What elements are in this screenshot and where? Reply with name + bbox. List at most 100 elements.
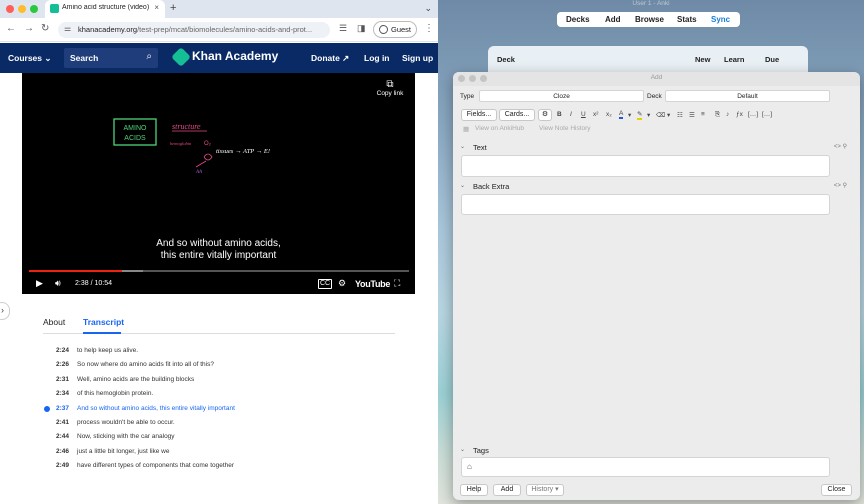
transcript-timestamp[interactable]: 2:24 — [56, 347, 69, 354]
transcript-row[interactable]: 2:44 Now, sticking with the car analogy — [43, 431, 403, 445]
help-button[interactable]: Help — [460, 484, 488, 496]
search-label: Search — [70, 53, 99, 63]
transcript-timestamp[interactable]: 2:34 — [56, 390, 69, 397]
transcript-timestamp[interactable]: 2:44 — [56, 433, 69, 440]
zoom-window-button[interactable] — [30, 5, 38, 13]
browser-tab[interactable]: Amino acid structure (video) | Khan Acad… — [45, 0, 165, 18]
history-button[interactable]: History ▾ — [526, 484, 564, 496]
back-extra-field-editor[interactable] — [461, 194, 830, 215]
transcript-row[interactable]: 2:24 to help keep us alive. — [43, 345, 403, 359]
transcript-timestamp[interactable]: 2:46 — [56, 448, 69, 455]
eraser-dropdown-icon[interactable]: ▾ — [667, 111, 670, 119]
play-icon[interactable]: ▶ — [36, 278, 43, 289]
transcript-text: of this hemoglobin protein. — [77, 390, 154, 398]
address-bar[interactable]: ⚌ khanacademy.org/test-prep/mcat/biomole… — [58, 22, 330, 38]
toolbar-add[interactable]: Add — [605, 15, 621, 24]
fullscreen-icon[interactable]: ⛶ — [394, 278, 400, 289]
donate-link[interactable]: Donate ↗ — [311, 53, 349, 64]
attach-icon[interactable]: ⎘ — [715, 111, 720, 119]
fields-button[interactable]: Fields... — [461, 109, 497, 121]
transcript-row[interactable]: 2:26 So now where do amino acids fit into… — [43, 359, 403, 373]
text-field-editor[interactable] — [461, 155, 830, 177]
field-text-options-icon[interactable]: <> ⚲ — [834, 143, 847, 150]
numbered-list-icon[interactable]: ☰ — [689, 111, 695, 119]
video-player[interactable]: ⧉ Copy link AMINO ACIDS structure hemogl… — [22, 73, 415, 294]
add-button[interactable]: Add — [493, 484, 521, 496]
italic-icon[interactable]: I — [570, 111, 572, 118]
transcript-row[interactable]: 2:41 process wouldn't be able to occur. — [43, 417, 403, 431]
microphone-icon[interactable]: ♪ — [726, 111, 729, 118]
collapse-chevron-icon[interactable]: ⌄ — [460, 446, 465, 453]
options-gear-icon[interactable]: ⚙ — [538, 109, 552, 121]
align-icon[interactable]: ≡ — [701, 111, 705, 118]
transcript-row[interactable]: 2:46 just a little bit longer, just like … — [43, 446, 403, 460]
cloze-icon[interactable]: […] — [748, 111, 758, 118]
close-window-button[interactable] — [6, 5, 14, 13]
highlight-icon[interactable]: ✎ — [637, 110, 643, 120]
toolbar-browse[interactable]: Browse — [635, 15, 664, 24]
transcript-list: 2:24 to help keep us alive. 2:26 So now whe… — [43, 345, 403, 475]
transcript-timestamp[interactable]: 2:26 — [56, 361, 69, 368]
tab-transcript[interactable]: Transcript — [83, 317, 124, 327]
transcript-timestamp[interactable]: 2:31 — [56, 376, 69, 383]
signup-link[interactable]: Sign up — [402, 53, 433, 63]
toolbar-decks[interactable]: Decks — [566, 15, 590, 24]
expand-sidebar-button[interactable]: › — [0, 302, 10, 320]
note-type-selector[interactable]: Cloze — [479, 90, 644, 102]
close-button[interactable]: Close — [821, 484, 852, 496]
underline-icon[interactable]: U — [581, 111, 586, 118]
menu-kebab-icon[interactable]: ⋮ — [424, 23, 434, 34]
active-tab-underline — [83, 332, 121, 334]
cards-button[interactable]: Cards... — [499, 109, 535, 121]
tags-input[interactable]: ⌂ — [461, 457, 830, 477]
toolbar-sync[interactable]: Sync — [711, 15, 730, 24]
site-info-icon[interactable]: ⚌ — [64, 24, 71, 33]
copy-link-button[interactable]: ⧉ Copy link — [372, 79, 408, 97]
cloze-same-icon[interactable]: […] — [762, 111, 772, 118]
settings-gear-icon[interactable]: ⚙ — [338, 278, 346, 289]
transcript-row[interactable]: 2:31 Well, amino acids are the building b… — [43, 374, 403, 388]
transcript-timestamp[interactable]: 2:41 — [56, 419, 69, 426]
minimize-window-button[interactable] — [18, 5, 26, 13]
text-color-icon[interactable]: A — [619, 110, 624, 119]
search-input[interactable]: Search ⌕ — [64, 48, 158, 68]
login-link[interactable]: Log in — [364, 53, 390, 63]
view-on-ankihub-button[interactable]: View on AnkiHub — [475, 125, 524, 132]
reload-icon[interactable]: ↻ — [41, 23, 49, 34]
bullet-list-icon[interactable]: ☷ — [677, 111, 683, 119]
view-note-history-button[interactable]: View Note History — [539, 125, 591, 132]
transcript-timestamp[interactable]: 2:49 — [56, 462, 69, 469]
eraser-icon[interactable]: ⌫ — [656, 111, 665, 119]
transcript-row[interactable]: 2:49 have different types of components t… — [43, 460, 403, 474]
new-tab-button[interactable]: + — [170, 2, 176, 14]
courses-menu[interactable]: Courses ⌄ — [8, 53, 52, 64]
tab-search-chevron-icon[interactable]: ⌄ — [424, 3, 432, 14]
transcript-timestamp[interactable]: 2:37 — [56, 405, 69, 412]
collapse-chevron-icon[interactable]: ⌄ — [460, 143, 465, 150]
transcript-row[interactable]: 2:34 of this hemoglobin protein. — [43, 388, 403, 402]
deck-selector[interactable]: Default — [665, 90, 830, 102]
field-back-extra-label: Back Extra — [473, 182, 510, 191]
volume-icon[interactable]: 🔊︎ — [55, 278, 61, 289]
profile-button[interactable]: Guest — [373, 21, 417, 38]
transcript-row[interactable]: 2:37 And so without amino acids, this ent… — [43, 403, 403, 417]
text-color-dropdown-icon[interactable]: ▾ — [628, 111, 631, 119]
field-back-options-icon[interactable]: <> ⚲ — [834, 182, 847, 189]
toolbar-stats[interactable]: Stats — [677, 15, 697, 24]
bold-icon[interactable]: B — [557, 111, 562, 118]
tab-close-icon[interactable]: × — [154, 3, 159, 12]
tab-about[interactable]: About — [43, 317, 65, 327]
video-progress-bar[interactable] — [29, 270, 409, 272]
function-icon[interactable]: ƒx — [736, 111, 743, 118]
collapse-chevron-icon[interactable]: ⌄ — [460, 182, 465, 189]
transcript-text: Well, amino acids are the building block… — [77, 375, 195, 383]
highlight-dropdown-icon[interactable]: ▾ — [647, 111, 650, 119]
customize-icon[interactable]: ☰ — [339, 23, 347, 34]
side-panel-icon[interactable]: ◨ — [357, 23, 366, 34]
subscript-icon[interactable]: x₂ — [606, 111, 612, 118]
back-arrow-icon[interactable]: ← — [6, 23, 16, 34]
superscript-icon[interactable]: x² — [593, 111, 598, 118]
forward-arrow-icon[interactable]: → — [24, 23, 34, 34]
youtube-logo[interactable]: YouTube — [355, 279, 390, 289]
captions-icon[interactable]: CC — [318, 279, 333, 289]
